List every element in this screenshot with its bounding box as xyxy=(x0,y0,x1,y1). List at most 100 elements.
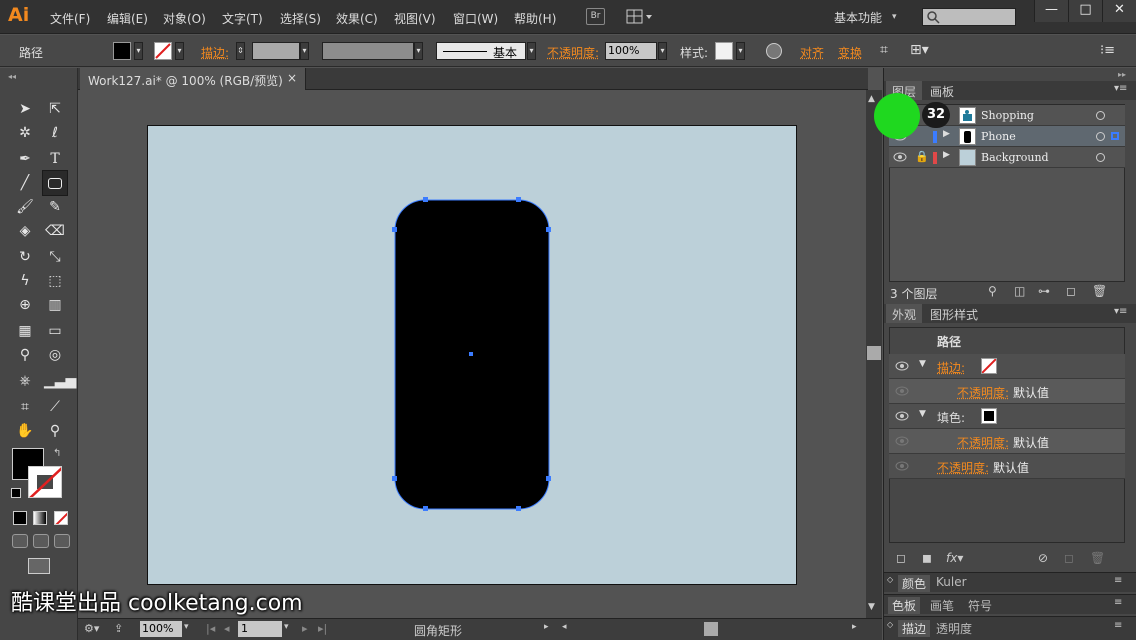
object-opacity-label[interactable]: 不透明度: xyxy=(937,459,989,476)
maximize-button[interactable]: □ xyxy=(1068,0,1102,22)
profile-dropdown[interactable]: ▾ xyxy=(414,42,423,60)
slice-tool-icon[interactable]: ⟋ xyxy=(44,396,66,418)
opacity-dropdown[interactable]: ▾ xyxy=(658,42,667,60)
hand-tool-icon[interactable]: ✋ xyxy=(14,420,36,442)
brush-definition[interactable]: 基本 xyxy=(436,42,526,60)
tab-symbols[interactable]: 符号 xyxy=(968,597,992,614)
eyedropper-tool-icon[interactable]: ⚲ xyxy=(14,344,36,366)
artboard-tool-icon[interactable]: ⌗ xyxy=(14,396,36,418)
style-dropdown[interactable]: ▾ xyxy=(736,42,745,60)
rotate-tool-icon[interactable]: ↻ xyxy=(14,246,36,268)
draw-normal-icon[interactable] xyxy=(12,534,28,548)
layers-panel-menu-icon[interactable]: ▾≡ xyxy=(1114,83,1127,94)
zoom-field[interactable]: 100% xyxy=(140,621,182,637)
document-tab[interactable]: Work127.ai* @ 100% (RGB/预览) × xyxy=(80,68,306,90)
graphic-style-swatch[interactable] xyxy=(715,42,733,60)
variable-width-profile[interactable] xyxy=(322,42,414,60)
stroke-label[interactable]: 描边: xyxy=(201,44,229,61)
menu-effect[interactable]: 效果(C) xyxy=(336,10,378,27)
first-page-icon[interactable]: |◂ xyxy=(206,622,215,635)
arrange-documents-icon[interactable] xyxy=(626,9,654,25)
workspace-switcher[interactable]: 基本功能 xyxy=(834,9,882,26)
tab-appearance[interactable]: 外观 xyxy=(886,304,923,323)
stroke-weight-dropdown[interactable]: ▾ xyxy=(300,42,309,60)
clipping-mask-icon[interactable]: ◫ xyxy=(1014,284,1025,298)
tab-graphic-styles[interactable]: 图形样式 xyxy=(924,304,984,323)
draw-behind-icon[interactable] xyxy=(33,534,49,548)
layer-row-phone[interactable]: ▶ Phone xyxy=(889,126,1125,147)
stroke-weight-field[interactable] xyxy=(252,42,300,60)
new-layer-icon[interactable]: ◻ xyxy=(1066,284,1076,298)
status-arrow-icon[interactable]: ▸ xyxy=(544,622,549,632)
control-menu-icon[interactable]: ⁝≡ xyxy=(1100,43,1115,58)
stroke-swatch[interactable] xyxy=(154,42,172,60)
locate-object-icon[interactable]: ⚲ xyxy=(988,284,997,298)
zoom-dropdown-icon[interactable]: ▾ xyxy=(184,622,189,632)
dock-collapse-icon[interactable]: ▸▸ xyxy=(1118,70,1126,79)
bridge-button[interactable]: Br xyxy=(586,8,605,25)
tab-stroke[interactable]: 描边 xyxy=(898,620,931,637)
add-effect-icon[interactable]: fx▾ xyxy=(946,551,963,565)
transform-link[interactable]: 变换 xyxy=(838,44,862,61)
page-dropdown-icon[interactable]: ▾ xyxy=(284,622,289,632)
appearance-panel-menu-icon[interactable]: ▾≡ xyxy=(1114,306,1127,317)
menu-type[interactable]: 文字(T) xyxy=(222,10,263,27)
delete-item-icon[interactable]: 🗑 xyxy=(1090,551,1105,565)
shape-builder-tool-icon[interactable]: ⊕ xyxy=(14,294,36,316)
eraser-tool-icon[interactable]: ⌫ xyxy=(44,220,66,242)
swap-colors-icon[interactable]: ↰ xyxy=(53,448,61,459)
stroke-opacity-label[interactable]: 不透明度: xyxy=(957,384,1009,401)
isolate-icon[interactable]: ⌗ xyxy=(880,42,888,58)
free-transform-tool-icon[interactable]: ⬚ xyxy=(44,270,66,292)
column-graph-tool-icon[interactable]: ▁▃▅ xyxy=(44,370,76,392)
export-icon[interactable]: ⇪ xyxy=(114,622,123,635)
hscroll-left-icon[interactable]: ◂ xyxy=(562,622,567,632)
scale-tool-icon[interactable]: ⤡ xyxy=(44,246,66,268)
duplicate-item-icon[interactable]: ◻ xyxy=(1064,551,1074,565)
prev-page-icon[interactable]: ◂ xyxy=(224,622,230,635)
selection-tool-icon[interactable]: ➤ xyxy=(14,98,36,120)
fill-dropdown[interactable]: ▾ xyxy=(134,42,143,60)
layer-row-background[interactable]: 🔒 ▶ Background xyxy=(889,147,1125,168)
opacity-label[interactable]: 不透明度: xyxy=(547,44,599,61)
page-field[interactable]: 1 xyxy=(238,621,282,637)
fill-attribute-label[interactable]: 填色: xyxy=(937,409,965,426)
hscroll-right-icon[interactable]: ▸ xyxy=(852,622,857,632)
new-sublayer-icon[interactable]: ⊶ xyxy=(1038,284,1050,298)
magic-wand-tool-icon[interactable]: ✲ xyxy=(14,122,36,144)
brush-dropdown[interactable]: ▾ xyxy=(527,42,536,60)
appearance-fill-opacity-row[interactable]: 不透明度: 默认值 xyxy=(889,429,1125,454)
screen-mode-icon[interactable] xyxy=(28,558,50,574)
menu-select[interactable]: 选择(S) xyxy=(280,10,321,27)
tab-color[interactable]: 颜色 xyxy=(898,575,931,592)
rounded-rectangle-tool-icon[interactable] xyxy=(42,170,68,196)
pen-tool-icon[interactable]: ✒ xyxy=(14,148,36,170)
color-mode-icon[interactable] xyxy=(13,511,27,525)
stroke-color-box[interactable] xyxy=(28,466,62,498)
draw-inside-icon[interactable] xyxy=(54,534,70,548)
gradient-mode-icon[interactable] xyxy=(33,511,47,525)
scroll-thumb[interactable] xyxy=(867,346,881,360)
appearance-stroke-opacity-row[interactable]: 不透明度: 默认值 xyxy=(889,379,1125,404)
menu-file[interactable]: 文件(F) xyxy=(50,10,90,27)
last-page-icon[interactable]: ▸| xyxy=(318,622,327,635)
close-button[interactable]: ✕ xyxy=(1102,0,1136,22)
tab-swatches[interactable]: 色板 xyxy=(888,597,921,614)
close-tab-icon[interactable]: × xyxy=(287,71,297,85)
appearance-fill-row[interactable]: ▼ 填色: xyxy=(889,404,1125,429)
mesh-tool-icon[interactable]: ▦ xyxy=(14,320,36,342)
default-colors-icon[interactable] xyxy=(11,488,21,498)
recolor-artwork-icon[interactable] xyxy=(766,43,782,59)
stroke-attribute-label[interactable]: 描边: xyxy=(937,359,965,376)
blend-tool-icon[interactable]: ◎ xyxy=(44,344,66,366)
tab-transparency[interactable]: 透明度 xyxy=(936,620,972,637)
align-link[interactable]: 对齐 xyxy=(800,44,824,61)
menu-help[interactable]: 帮助(H) xyxy=(514,10,556,27)
menu-edit[interactable]: 编辑(E) xyxy=(107,10,148,27)
tab-brushes[interactable]: 画笔 xyxy=(930,597,954,614)
menu-object[interactable]: 对象(O) xyxy=(163,10,206,27)
direct-selection-tool-icon[interactable]: ⇱ xyxy=(44,98,66,120)
symbol-sprayer-tool-icon[interactable]: ⎈ xyxy=(14,370,36,392)
menu-view[interactable]: 视图(V) xyxy=(394,10,436,27)
phone-shape[interactable] xyxy=(385,190,565,520)
